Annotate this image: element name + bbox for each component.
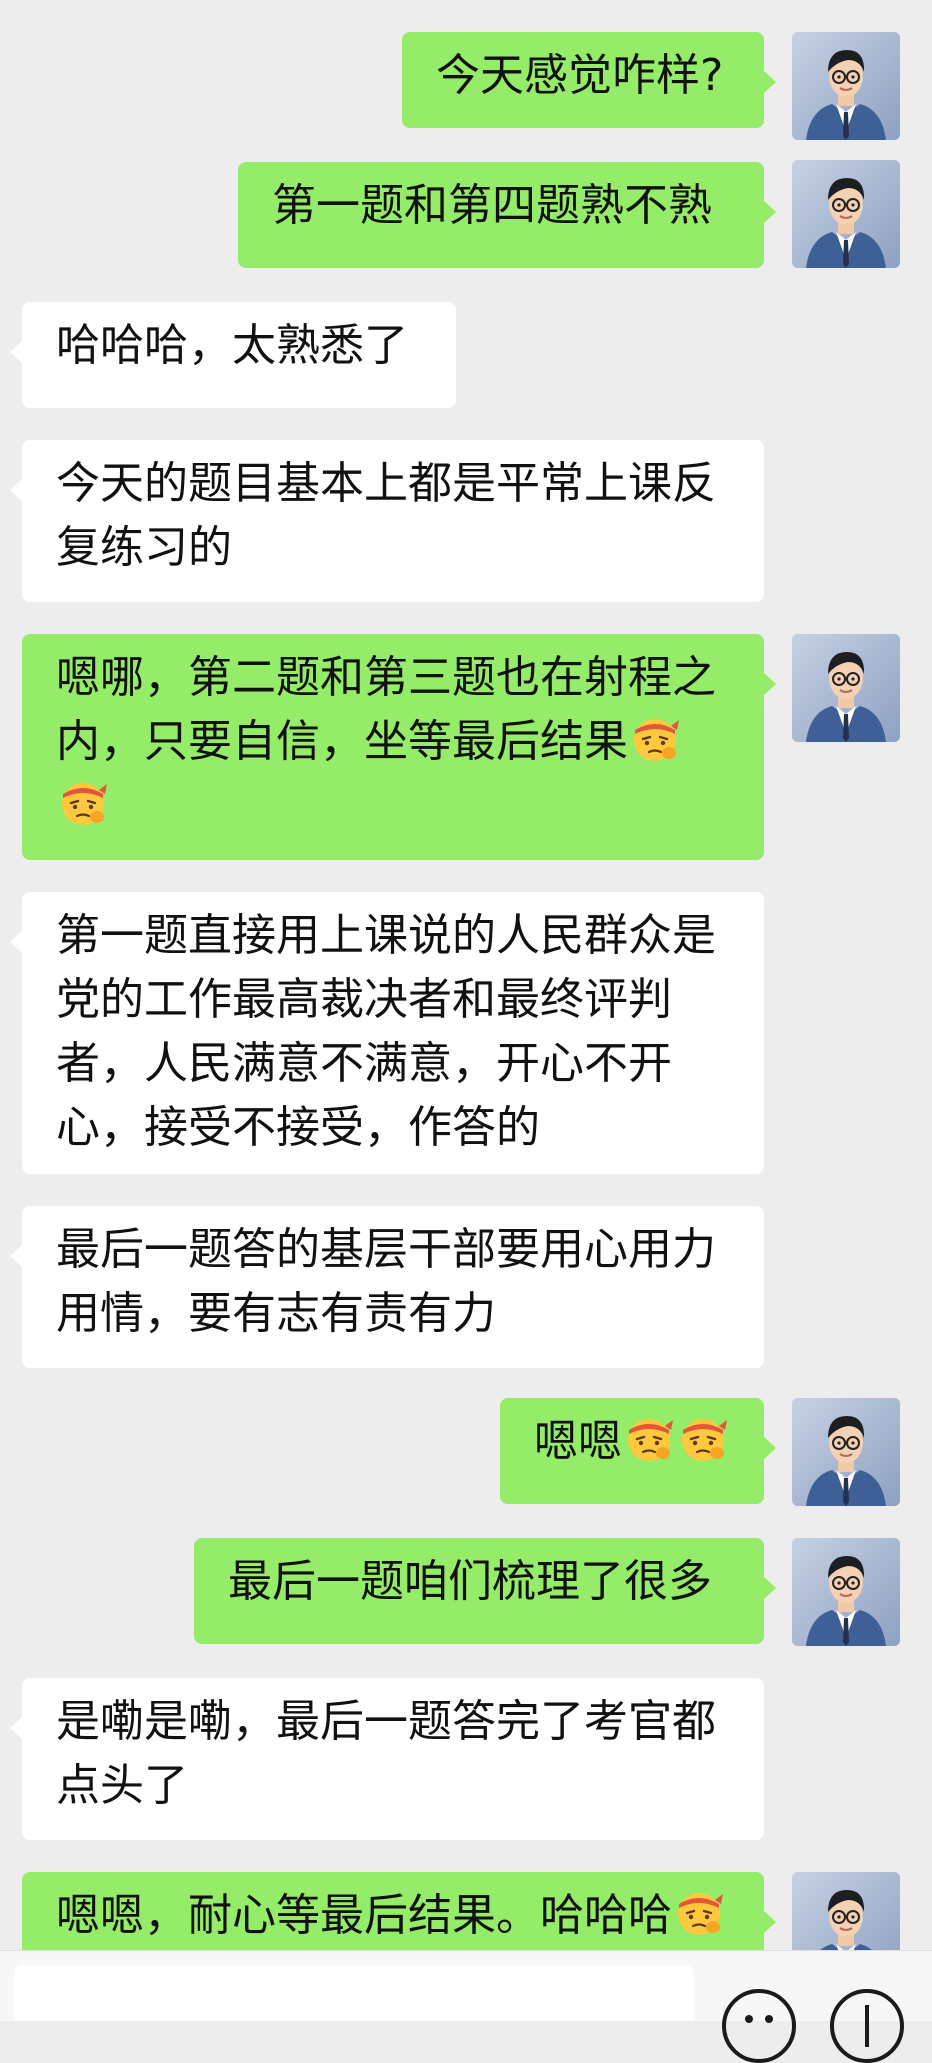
salute-emoji [57, 776, 109, 828]
message-outgoing: 第一题和第四题熟不熟 [0, 160, 932, 270]
message-text: 最后一题咱们梳理了很多 [228, 1556, 712, 1607]
message-bubble[interactable]: 嗯嗯 [500, 1398, 776, 1504]
message-incoming: 是嘞是嘞，最后一题答完了考官都点头了 [0, 1678, 932, 1840]
salute-emoji [623, 1412, 675, 1464]
message-incoming: 第一题直接用上课说的人民群众是党的工作最高裁决者和最终评判者，人民满意不满意，开… [0, 892, 932, 1174]
avatar[interactable] [792, 160, 900, 268]
message-text: 最后一题答的基层干部要用心用力用情，要有志有责有力 [56, 1224, 716, 1339]
message-bubble[interactable]: 第一题直接用上课说的人民群众是党的工作最高裁决者和最终评判者，人民满意不满意，开… [10, 892, 764, 1174]
chat-input-bar [0, 1950, 932, 2063]
avatar[interactable] [792, 1538, 900, 1646]
message-outgoing: 今天感觉咋样? [0, 32, 932, 140]
message-bubble[interactable]: 今天的题目基本上都是平常上课反复练习的 [10, 440, 764, 602]
message-bubble[interactable]: 哈哈哈，太熟悉了 [10, 302, 456, 408]
message-text: 嗯嗯 [534, 1416, 622, 1467]
message-incoming: 今天的题目基本上都是平常上课反复练习的 [0, 440, 932, 602]
message-text: 第一题和第四题熟不熟 [272, 180, 712, 231]
message-outgoing: 最后一题咱们梳理了很多 [0, 1538, 932, 1646]
message-incoming: 哈哈哈，太熟悉了 [0, 302, 932, 408]
message-text: 今天的题目基本上都是平常上课反复练习的 [56, 458, 716, 573]
message-bubble[interactable]: 最后一题咱们梳理了很多 [194, 1538, 776, 1644]
message-text: 嗯哪，第二题和第三题也在射程之内，只要自信，坐等最后结果 [56, 652, 716, 767]
message-bubble[interactable]: 最后一题答的基层干部要用心用力用情，要有志有责有力 [10, 1206, 764, 1368]
message-bubble[interactable]: 第一题和第四题熟不熟 [238, 162, 776, 268]
message-bubble[interactable]: 今天感觉咋样? [402, 32, 776, 128]
message-text: 哈哈哈，太熟悉了 [56, 320, 408, 371]
message-text: 第一题直接用上课说的人民群众是党的工作最高裁决者和最终评判者，人民满意不满意，开… [56, 910, 716, 1153]
avatar[interactable] [792, 32, 900, 140]
salute-emoji [677, 1412, 729, 1464]
message-incoming: 最后一题答的基层干部要用心用力用情，要有志有责有力 [0, 1206, 932, 1368]
emoji-icon[interactable] [722, 1989, 796, 2063]
message-outgoing: 嗯哪，第二题和第三题也在射程之内，只要自信，坐等最后结果 [0, 634, 932, 860]
avatar[interactable] [792, 634, 900, 742]
salute-emoji [629, 712, 681, 764]
chat-message-list[interactable]: 今天感觉咋样? 第一题和第四题熟不熟 哈哈哈，太熟悉了 今天的题目基本上都是平常… [0, 0, 932, 2020]
salute-emoji [673, 1886, 725, 1938]
message-bubble[interactable]: 嗯哪，第二题和第三题也在射程之内，只要自信，坐等最后结果 [22, 634, 776, 860]
plus-icon[interactable] [830, 1989, 904, 2063]
avatar[interactable] [792, 1398, 900, 1506]
message-text: 今天感觉咋样? [436, 50, 724, 101]
message-text: 是嘞是嘞，最后一题答完了考官都点头了 [56, 1696, 716, 1811]
message-bubble[interactable]: 是嘞是嘞，最后一题答完了考官都点头了 [10, 1678, 764, 1840]
message-text: 嗯嗯，耐心等最后结果。哈哈哈 [56, 1890, 672, 1941]
message-outgoing: 嗯嗯 [0, 1398, 932, 1506]
message-input[interactable] [14, 1965, 694, 2021]
